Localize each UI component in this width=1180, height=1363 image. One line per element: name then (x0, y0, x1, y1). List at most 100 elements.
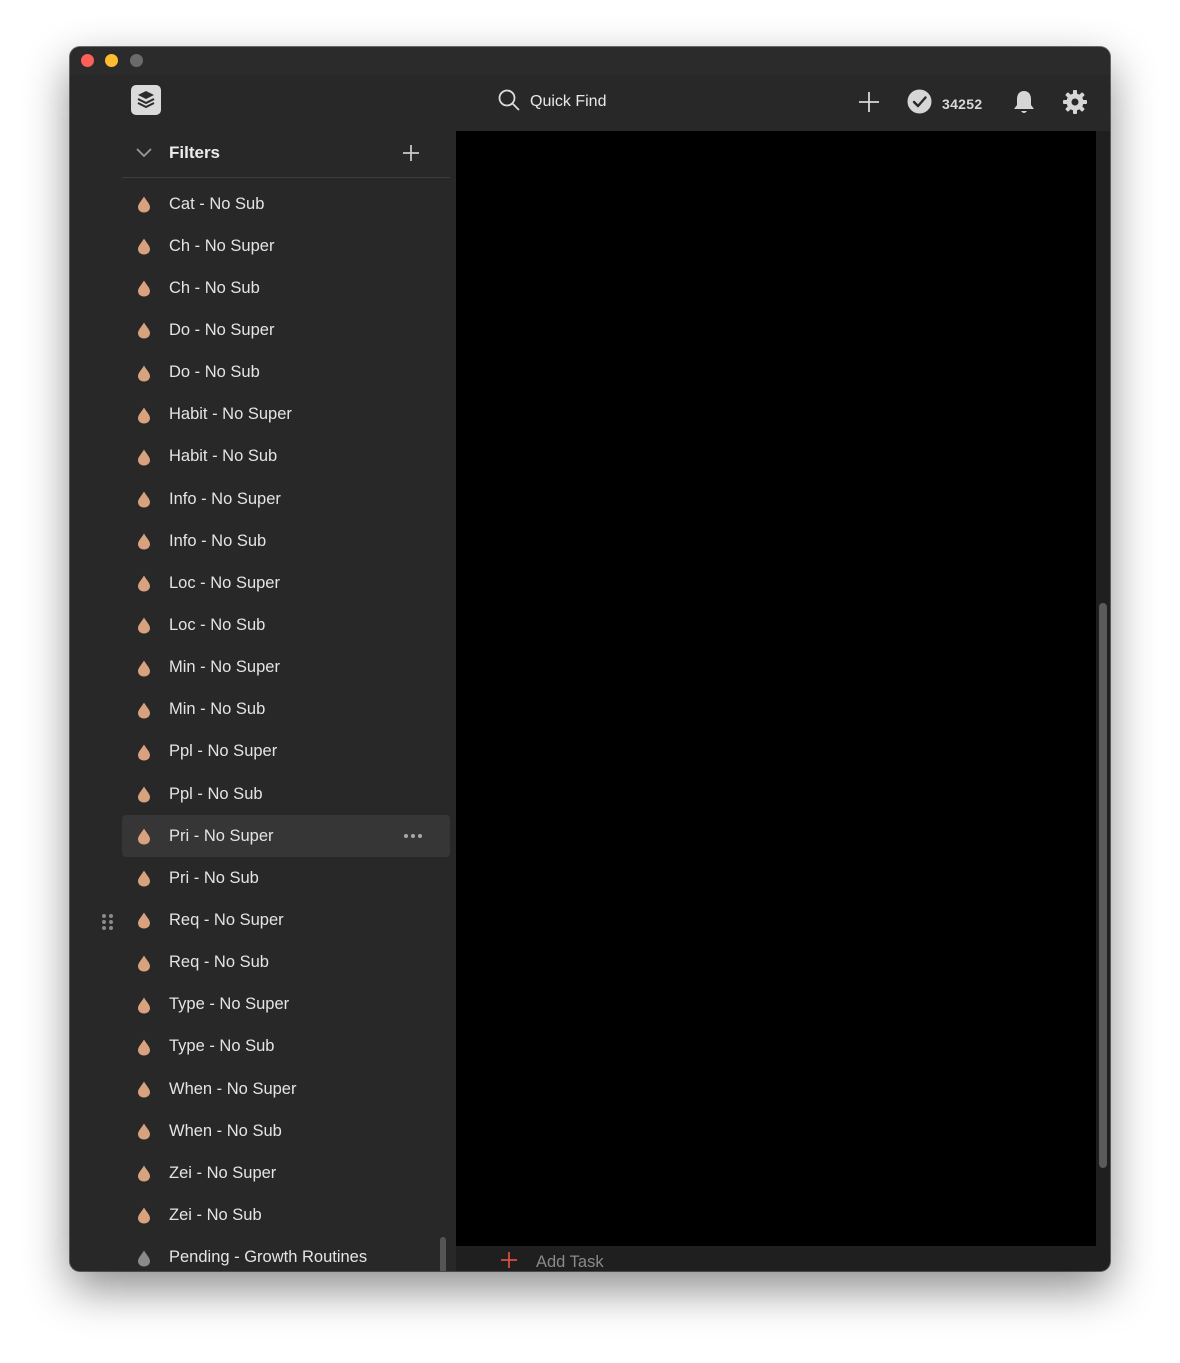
filter-item-label: Pri - No Super (169, 826, 274, 845)
top-bar: Quick Find 34252 (70, 75, 1110, 131)
filter-item-label: Req - No Super (169, 910, 284, 929)
filter-drop-icon (137, 365, 151, 387)
filter-item-label: Ch - No Sub (169, 278, 260, 297)
filter-item[interactable]: Type - No Super (122, 984, 450, 1026)
filter-drop-icon (137, 1250, 151, 1271)
filter-drop-icon (137, 828, 151, 850)
filter-item[interactable]: When - No Sub (122, 1110, 450, 1152)
filter-item[interactable]: Ppl - No Super (122, 731, 450, 773)
filter-drop-icon (137, 322, 151, 344)
filter-drop-icon (137, 617, 151, 639)
karma-productivity-button[interactable]: 34252 (907, 89, 982, 119)
filter-item[interactable]: Pri - No Sub (122, 857, 450, 899)
sidebar: Filters Cat - No Sub Ch - No Super Ch - No… (70, 131, 456, 1271)
add-task-button[interactable]: Add Task (500, 1251, 604, 1271)
filters-section-header[interactable]: Filters (122, 131, 450, 178)
filter-item[interactable]: Loc - No Sub (122, 604, 450, 646)
filter-item[interactable]: Info - No Sub (122, 520, 450, 562)
filter-drop-icon (137, 912, 151, 934)
close-window-button[interactable] (81, 54, 94, 67)
filter-drop-icon (137, 955, 151, 977)
filter-item-label: Req - No Sub (169, 953, 269, 972)
filter-item[interactable]: Type - No Sub (122, 1026, 450, 1068)
filter-drop-icon (137, 449, 151, 471)
minimize-window-button[interactable] (105, 54, 118, 67)
filter-drop-icon (137, 407, 151, 429)
filter-drop-icon (137, 744, 151, 766)
app-window: Quick Find 34252 Filters Cat - No Sub Ch… (70, 47, 1110, 1271)
filter-drop-icon (137, 533, 151, 555)
filter-item[interactable]: When - No Super (122, 1068, 450, 1110)
filter-drop-icon (137, 997, 151, 1019)
filter-item-label: Info - No Super (169, 489, 281, 508)
filter-drop-icon (137, 491, 151, 513)
filter-item[interactable]: Do - No Sub (122, 352, 450, 394)
chevron-down-icon[interactable] (136, 145, 152, 163)
filter-item-label: Ppl - No Super (169, 742, 278, 761)
filter-item-label: Pending - Growth Routines (169, 1248, 368, 1267)
filter-item-label: Ch - No Super (169, 236, 275, 255)
checkmark-circle-icon (907, 89, 932, 119)
filter-item-label: Min - No Sub (169, 700, 266, 719)
karma-count: 34252 (942, 96, 983, 112)
task-view-area (456, 131, 1096, 1246)
filter-drop-icon (137, 196, 151, 218)
filter-item-label: Do - No Super (169, 320, 275, 339)
drag-handle-icon[interactable] (102, 914, 113, 930)
filter-item[interactable]: Habit - No Super (122, 394, 450, 436)
filters-title: Filters (169, 143, 221, 162)
filter-drop-icon (137, 575, 151, 597)
filter-item-label: Do - No Sub (169, 363, 260, 382)
filter-item[interactable]: Habit - No Sub (122, 436, 450, 478)
filter-item[interactable]: Zei - No Super (122, 1152, 450, 1194)
filter-drop-icon (137, 238, 151, 260)
add-task-label: Add Task (536, 1253, 604, 1271)
main-content: Add Task (456, 131, 1110, 1271)
settings-gear-icon[interactable] (1062, 89, 1088, 115)
filter-item[interactable]: Ppl - No Sub (122, 773, 450, 815)
add-filter-icon[interactable] (402, 144, 420, 167)
filter-item-label: Zei - No Super (169, 1163, 277, 1182)
content-scrollbar[interactable] (1099, 603, 1107, 1168)
sidebar-scrollbar[interactable] (440, 1237, 446, 1271)
filter-item[interactable]: Ch - No Sub (122, 267, 450, 309)
filter-drop-icon (137, 1207, 151, 1229)
filter-drop-icon (137, 660, 151, 682)
filter-item[interactable]: Min - No Super (122, 647, 450, 689)
filter-item[interactable]: Do - No Super (122, 309, 450, 351)
filter-drop-icon (137, 870, 151, 892)
filter-item-label: When - No Super (169, 1079, 297, 1098)
filter-item[interactable]: Loc - No Super (122, 562, 450, 604)
more-options-icon[interactable] (404, 834, 422, 839)
filter-item[interactable]: Req - No Super (122, 899, 450, 941)
add-task-icon[interactable] (856, 89, 882, 115)
filter-item-label: Habit - No Super (169, 405, 292, 424)
filter-item[interactable]: Ch - No Super (122, 225, 450, 267)
zoom-window-button[interactable] (130, 54, 143, 67)
quick-find-search[interactable]: Quick Find (498, 88, 606, 116)
filter-item-label: Loc - No Sub (169, 615, 266, 634)
filter-item[interactable]: Zei - No Sub (122, 1194, 450, 1236)
filter-item-label: Zei - No Sub (169, 1205, 262, 1224)
filter-item[interactable]: Cat - No Sub (122, 183, 450, 225)
filter-item-label: Cat - No Sub (169, 194, 265, 213)
filter-drop-icon (137, 280, 151, 302)
filter-item-label: Type - No Super (169, 995, 290, 1014)
search-icon (498, 89, 520, 116)
filter-item-label: Ppl - No Sub (169, 784, 263, 803)
filter-drop-icon (137, 786, 151, 808)
filter-item[interactable]: Min - No Sub (122, 689, 450, 731)
filter-item[interactable]: Pending - Growth Routines (122, 1237, 450, 1271)
filter-item[interactable]: Info - No Super (122, 478, 450, 520)
filter-item-label: Type - No Sub (169, 1037, 275, 1056)
filter-drop-icon (137, 1081, 151, 1103)
filter-drop-icon (137, 1039, 151, 1061)
filter-item[interactable]: Pri - No Super (122, 815, 450, 858)
filter-item-label: Habit - No Sub (169, 447, 278, 466)
title-bar (70, 47, 1110, 75)
filter-item[interactable]: Req - No Sub (122, 942, 450, 984)
filter-item-label: When - No Sub (169, 1121, 282, 1140)
app-logo-icon[interactable] (131, 85, 161, 115)
notifications-bell-icon[interactable] (1011, 89, 1037, 115)
quick-find-label: Quick Find (530, 93, 607, 110)
